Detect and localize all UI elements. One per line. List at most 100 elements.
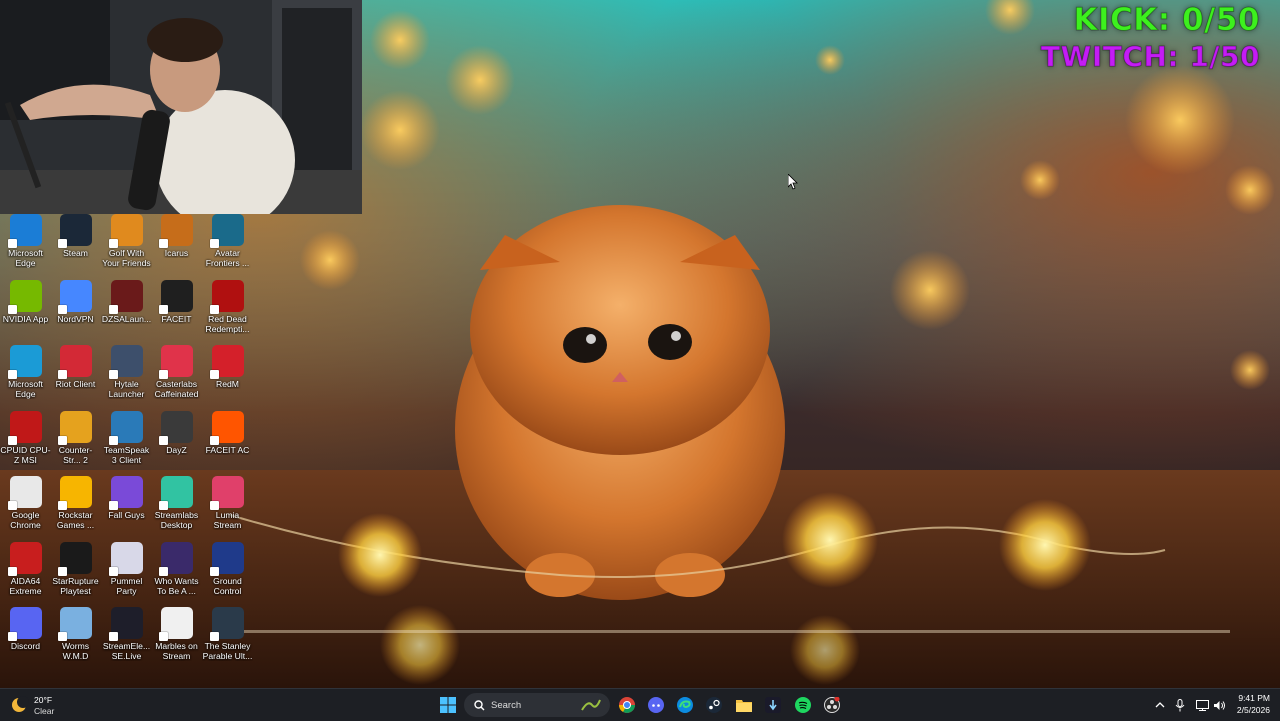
desktop-icon[interactable]: Casterlabs Caffeinated [151,345,202,407]
desktop-icon-label: Pummel Party [110,575,143,596]
desktop-icon[interactable]: Icarus [151,214,202,276]
desktop-icon[interactable]: Microsoft Edge [0,214,51,276]
desktop-icon[interactable]: Discord [0,607,51,669]
faceit-icon [158,279,193,314]
desktop-icon[interactable]: FACEIT [151,279,202,342]
taskbar-edge[interactable] [673,693,697,717]
taskbar-chrome[interactable] [615,693,639,717]
desktop-icon-label: Rockstar Games ... [56,510,95,530]
desktop-icon[interactable]: Lumia Stream [202,476,253,538]
desktop-icon[interactable]: Who Wants To Be A ... [151,541,202,604]
desktop-icon[interactable]: Hytale Launcher [101,345,152,407]
desktop-icon[interactable]: NordVPN [50,279,101,342]
desktop-icon[interactable]: RedM [202,345,253,407]
microphone-icon [1175,698,1185,711]
desktop-icon-label: Who Wants To Be A ... [154,575,199,596]
desktop-icon[interactable]: Golf With Your Friends [101,214,152,276]
chrome-icon [619,697,635,713]
desktop-icon[interactable]: Microsoft Edge [0,345,51,407]
cpuz-icon [7,410,42,445]
desktop-icon[interactable]: The Stanley Parable Ult... [202,607,253,669]
taskbar-app[interactable] [761,693,785,717]
discord-icon [648,697,664,713]
rockstar-icon [57,476,92,510]
desktop-icon[interactable]: AIDA64 Extreme [0,541,51,604]
icarus-icon [158,214,193,248]
desktop-icon[interactable]: NVIDIA App [0,279,51,342]
desktop-icon[interactable]: Pummel Party [101,541,152,604]
desktop-icon[interactable]: DayZ [151,410,202,473]
desktop-icon-grid: Microsoft Edge Steam Golf With Your Friend… [0,214,256,661]
desktop-icon[interactable]: DZSALaun... [101,279,152,342]
taskbar-steam[interactable] [702,693,726,717]
marbles-icon [158,607,193,641]
desktop-icon[interactable]: FACEIT AC [202,410,253,473]
desktop-icon-label: Worms W.M.D [61,641,90,661]
network-tray[interactable] [1193,693,1211,717]
desktop-icon[interactable]: CPUID CPU-Z MSI [0,410,51,473]
app-icon [765,697,781,713]
desktop-icon-label: Red Dead Redempti... [205,313,250,334]
desktop-icon-label: Microsoft Edge [8,248,43,268]
kick-follower-counter: KICK: 0/50 [1073,2,1260,39]
desktop-icon[interactable]: TeamSpeak 3 Client [101,410,152,473]
desktop-icon[interactable]: Rockstar Games ... [50,476,101,538]
desktop-icon[interactable]: Riot Client [50,345,101,407]
desktop-icon[interactable]: Red Dead Redempti... [202,279,253,342]
nvidia-icon [7,279,42,314]
obs-icon [824,697,840,713]
desktop-icon-label: Steam [63,248,88,258]
desktop-icon-label: FACEIT [161,313,192,324]
desktop-icon[interactable]: Fall Guys [101,476,152,538]
desktop-icon[interactable]: StreamEle... SE.Live [101,607,152,669]
desktop-icon-label: Golf With Your Friends [102,248,151,268]
fallguys-icon [108,476,143,510]
desktop-icon[interactable]: StarRupture Playtest [50,541,101,604]
golf-icon [108,214,143,248]
desktop-icon[interactable]: Counter-Str... 2 [50,410,101,473]
steam-icon [706,697,722,713]
microphone-tray[interactable] [1172,693,1188,717]
search-icon [474,699,485,710]
casterlabs-icon [158,345,193,379]
weather-condition: Clear [34,706,55,716]
desktop-icon-label: NVIDIA App [2,313,49,324]
teamspeak-icon [108,410,143,445]
desktop-icon-label: RedM [216,379,239,389]
taskbar-clock[interactable]: 9:41 PM 2/5/2026 [1220,692,1270,718]
search-highlight-icon [581,699,601,711]
desktop-icon-label: The Stanley Parable Ult... [202,641,253,661]
desktop-icon[interactable]: Avatar Frontiers ... [202,214,253,276]
streamelements-icon [108,607,143,641]
moon-icon [12,696,29,712]
taskbar-spotify[interactable] [791,693,815,717]
taskbar-discord[interactable] [644,693,668,717]
taskbar-file-explorer[interactable] [732,693,756,717]
desktop-icon[interactable]: Google Chrome [0,476,51,538]
taskbar-search-box[interactable]: Search [464,693,610,717]
taskbar-obs[interactable] [820,693,844,717]
desktop-icon[interactable]: Streamlabs Desktop [151,476,202,538]
starrupture-icon [57,541,92,576]
weather-widget[interactable]: 20°F Clear [8,692,78,718]
desktop-icon-label: Marbles on Stream [155,641,198,661]
webcam-overlay [0,0,362,214]
redm-icon [209,345,244,379]
start-button[interactable] [436,693,460,717]
stanley-icon [209,607,244,641]
desktop-icon-label: Hytale Launcher [108,379,145,399]
windows-icon [440,697,456,713]
show-hidden-icons-button[interactable] [1152,693,1168,717]
dayz-icon [158,410,193,445]
desktop-icon-label: NordVPN [57,313,94,324]
clock-date: 2/5/2026 [1236,705,1270,715]
aida64-icon [7,541,42,576]
desktop-icon[interactable]: Worms W.M.D [50,607,101,669]
desktop-icon[interactable]: Ground Control [202,541,253,604]
desktop-icon[interactable]: Marbles on Stream [151,607,202,669]
desktop-icon-label: DZSALaun... [101,313,152,324]
desktop-icon[interactable]: Steam [50,214,101,276]
rdr-icon [209,279,244,314]
desktop-icon-label: Ground Control [213,575,242,596]
mouse-cursor-icon [788,174,798,190]
